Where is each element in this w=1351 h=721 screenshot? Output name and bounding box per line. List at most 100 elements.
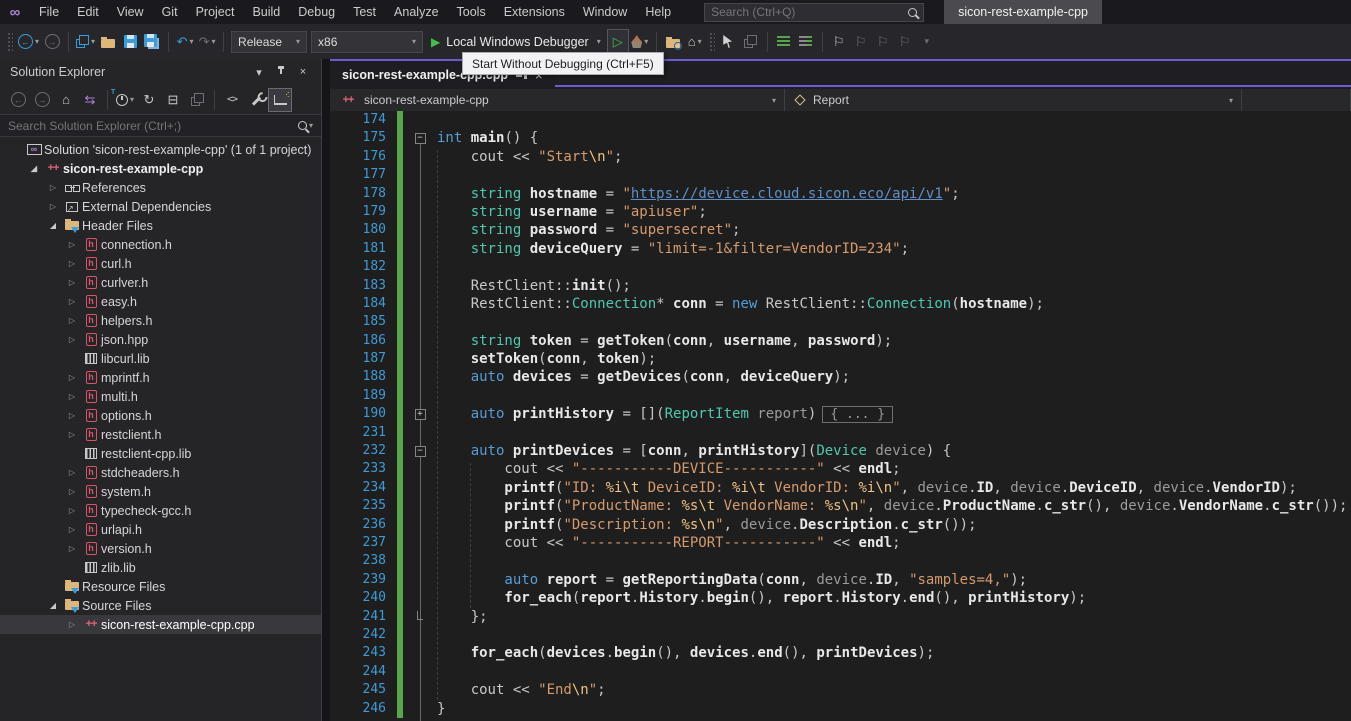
navigate-forward-icon[interactable]: → xyxy=(41,29,63,55)
tree-item-restclient.h[interactable]: ▷hrestclient.h xyxy=(0,425,321,444)
code-editor[interactable]: 174175−int main() {176cout << "Start\n";… xyxy=(330,111,1351,721)
collapse-region-icon[interactable]: − xyxy=(415,133,426,144)
next-bookmark-icon[interactable]: ⚐ xyxy=(872,29,894,55)
tree-item-version.h[interactable]: ▷hversion.h xyxy=(0,539,321,558)
format-document-icon[interactable] xyxy=(795,29,817,55)
start-without-debugging-button[interactable]: ▷ xyxy=(607,29,629,55)
chevron-collapsed-icon[interactable]: ▷ xyxy=(63,468,81,477)
tree-item-json.hpp[interactable]: ▷hjson.hpp xyxy=(0,330,321,349)
tree-item-stdcheaders.h[interactable]: ▷hstdcheaders.h xyxy=(0,463,321,482)
view-code-icon[interactable]: <> xyxy=(220,88,244,112)
tree-item-source-files[interactable]: ◢Source Files xyxy=(0,596,321,615)
home-icon[interactable]: ⌂ xyxy=(54,88,78,112)
menu-item-edit[interactable]: Edit xyxy=(68,5,108,19)
navigate-home-icon[interactable]: ⌂▾ xyxy=(684,29,706,55)
selection-mode-icon[interactable] xyxy=(718,29,740,55)
chevron-collapsed-icon[interactable]: ▷ xyxy=(63,240,81,249)
tree-item-curlver.h[interactable]: ▷hcurlver.h xyxy=(0,273,321,292)
chevron-collapsed-icon[interactable]: ▷ xyxy=(63,335,81,344)
menu-item-extensions[interactable]: Extensions xyxy=(495,5,574,19)
tree-item-options.h[interactable]: ▷hoptions.h xyxy=(0,406,321,425)
project-dropdown[interactable]: ++ sicon-rest-example-cpp ▾ xyxy=(330,89,785,111)
menu-item-view[interactable]: View xyxy=(108,5,153,19)
quick-search-box[interactable] xyxy=(704,3,924,22)
collapse-region-icon[interactable]: − xyxy=(415,446,426,457)
chevron-expanded-icon[interactable]: ◢ xyxy=(44,601,62,610)
back-icon[interactable]: ← xyxy=(6,88,30,112)
tree-item-system.h[interactable]: ▷hsystem.h xyxy=(0,482,321,501)
preview-selected-icon[interactable] xyxy=(268,88,292,112)
menu-item-help[interactable]: Help xyxy=(636,5,680,19)
chevron-collapsed-icon[interactable]: ▷ xyxy=(63,411,81,420)
toggle-bookmark-icon[interactable]: ⚐ xyxy=(828,29,850,55)
chevron-collapsed-icon[interactable]: ▷ xyxy=(63,373,81,382)
menu-item-window[interactable]: Window xyxy=(574,5,636,19)
undo-icon[interactable]: ↶▾ xyxy=(174,29,196,55)
platform-select[interactable]: x86▾ xyxy=(311,31,423,53)
menu-item-git[interactable]: Git xyxy=(153,5,187,19)
forward-icon[interactable]: → xyxy=(30,88,54,112)
refresh-icon[interactable]: ↻ xyxy=(137,88,161,112)
prev-bookmark-icon[interactable]: ⚐ xyxy=(850,29,872,55)
tree-item-zlib.lib[interactable]: zlib.lib xyxy=(0,558,321,577)
chevron-collapsed-icon[interactable]: ▷ xyxy=(63,620,81,629)
expand-region-icon[interactable]: + xyxy=(415,409,426,420)
chevron-collapsed-icon[interactable]: ▷ xyxy=(63,316,81,325)
chevron-collapsed-icon[interactable]: ▷ xyxy=(63,525,81,534)
chevron-collapsed-icon[interactable]: ▷ xyxy=(63,487,81,496)
save-icon[interactable] xyxy=(119,29,141,55)
menu-item-debug[interactable]: Debug xyxy=(289,5,344,19)
copy-item-icon[interactable] xyxy=(740,29,762,55)
chevron-collapsed-icon[interactable]: ▷ xyxy=(63,278,81,287)
clear-bookmarks-icon[interactable]: ⚐ xyxy=(894,29,916,55)
navigate-back-icon[interactable]: ←▾ xyxy=(16,29,41,55)
pin-icon[interactable] xyxy=(273,65,289,79)
tree-item-sicon-rest-example-cpp[interactable]: ◢++sicon-rest-example-cpp xyxy=(0,159,321,178)
chevron-collapsed-icon[interactable]: ▷ xyxy=(44,202,62,211)
chevron-expanded-icon[interactable]: ◢ xyxy=(44,221,62,230)
tree-item-references[interactable]: ▷References xyxy=(0,178,321,197)
toolbar-grip[interactable] xyxy=(7,32,13,52)
menu-item-tools[interactable]: Tools xyxy=(448,5,495,19)
hot-reload-icon[interactable]: ▾ xyxy=(629,29,651,55)
chevron-expanded-icon[interactable]: ◢ xyxy=(25,164,43,173)
find-in-files-icon[interactable] xyxy=(662,29,684,55)
tree-item-connection.h[interactable]: ▷hconnection.h xyxy=(0,235,321,254)
window-position-icon[interactable]: ▾ xyxy=(251,66,267,79)
chevron-collapsed-icon[interactable]: ▷ xyxy=(44,183,62,192)
tree-item-sicon-rest-example-cpp.cpp[interactable]: ▷++sicon-rest-example-cpp.cpp xyxy=(0,615,321,634)
chevron-collapsed-icon[interactable]: ▷ xyxy=(63,297,81,306)
tree-item-mprintf.h[interactable]: ▷hmprintf.h xyxy=(0,368,321,387)
collapsed-region-box[interactable]: { ... } xyxy=(822,406,893,423)
new-project-icon[interactable]: ▾ xyxy=(74,29,97,55)
solution-explorer-search-input[interactable] xyxy=(8,119,298,133)
collapse-all-icon[interactable]: ⊟ xyxy=(161,88,185,112)
close-icon[interactable]: × xyxy=(295,66,311,78)
menu-item-test[interactable]: Test xyxy=(344,5,385,19)
quick-search-input[interactable] xyxy=(711,5,908,19)
format-selection-icon[interactable] xyxy=(773,29,795,55)
menu-item-project[interactable]: Project xyxy=(187,5,244,19)
tree-item-header-files[interactable]: ◢Header Files xyxy=(0,216,321,235)
tree-item-helpers.h[interactable]: ▷hhelpers.h xyxy=(0,311,321,330)
tree-item-resource-files[interactable]: Resource Files xyxy=(0,577,321,596)
menu-item-file[interactable]: File xyxy=(30,5,68,19)
copy-item-icon[interactable] xyxy=(185,88,209,112)
solution-explorer-search-box[interactable]: ▾ xyxy=(0,115,321,137)
tree-item-curl.h[interactable]: ▷hcurl.h xyxy=(0,254,321,273)
tree-item-multi.h[interactable]: ▷hmulti.h xyxy=(0,387,321,406)
redo-icon[interactable]: ↷▾ xyxy=(196,29,218,55)
chevron-collapsed-icon[interactable]: ▷ xyxy=(63,544,81,553)
save-all-icon[interactable] xyxy=(141,29,163,55)
chevron-collapsed-icon[interactable]: ▷ xyxy=(63,259,81,268)
configuration-select[interactable]: Release▾ xyxy=(231,31,307,53)
toolbar-overflow-icon[interactable]: ▾ xyxy=(916,29,938,55)
chevron-down-icon[interactable]: ▾ xyxy=(309,121,313,130)
menu-item-build[interactable]: Build xyxy=(243,5,289,19)
tree-item-typecheck-gcc.h[interactable]: ▷htypecheck-gcc.h xyxy=(0,501,321,520)
tree-item-external-dependencies[interactable]: ▷External Dependencies xyxy=(0,197,321,216)
tree-item-solution-sicon-rest-example-cpp-1-of-1-project-[interactable]: Solution 'sicon-rest-example-cpp' (1 of … xyxy=(0,140,321,159)
menu-item-analyze[interactable]: Analyze xyxy=(385,5,447,19)
chevron-collapsed-icon[interactable]: ▷ xyxy=(63,506,81,515)
member-dropdown[interactable]: Report ▾ xyxy=(785,89,1242,111)
